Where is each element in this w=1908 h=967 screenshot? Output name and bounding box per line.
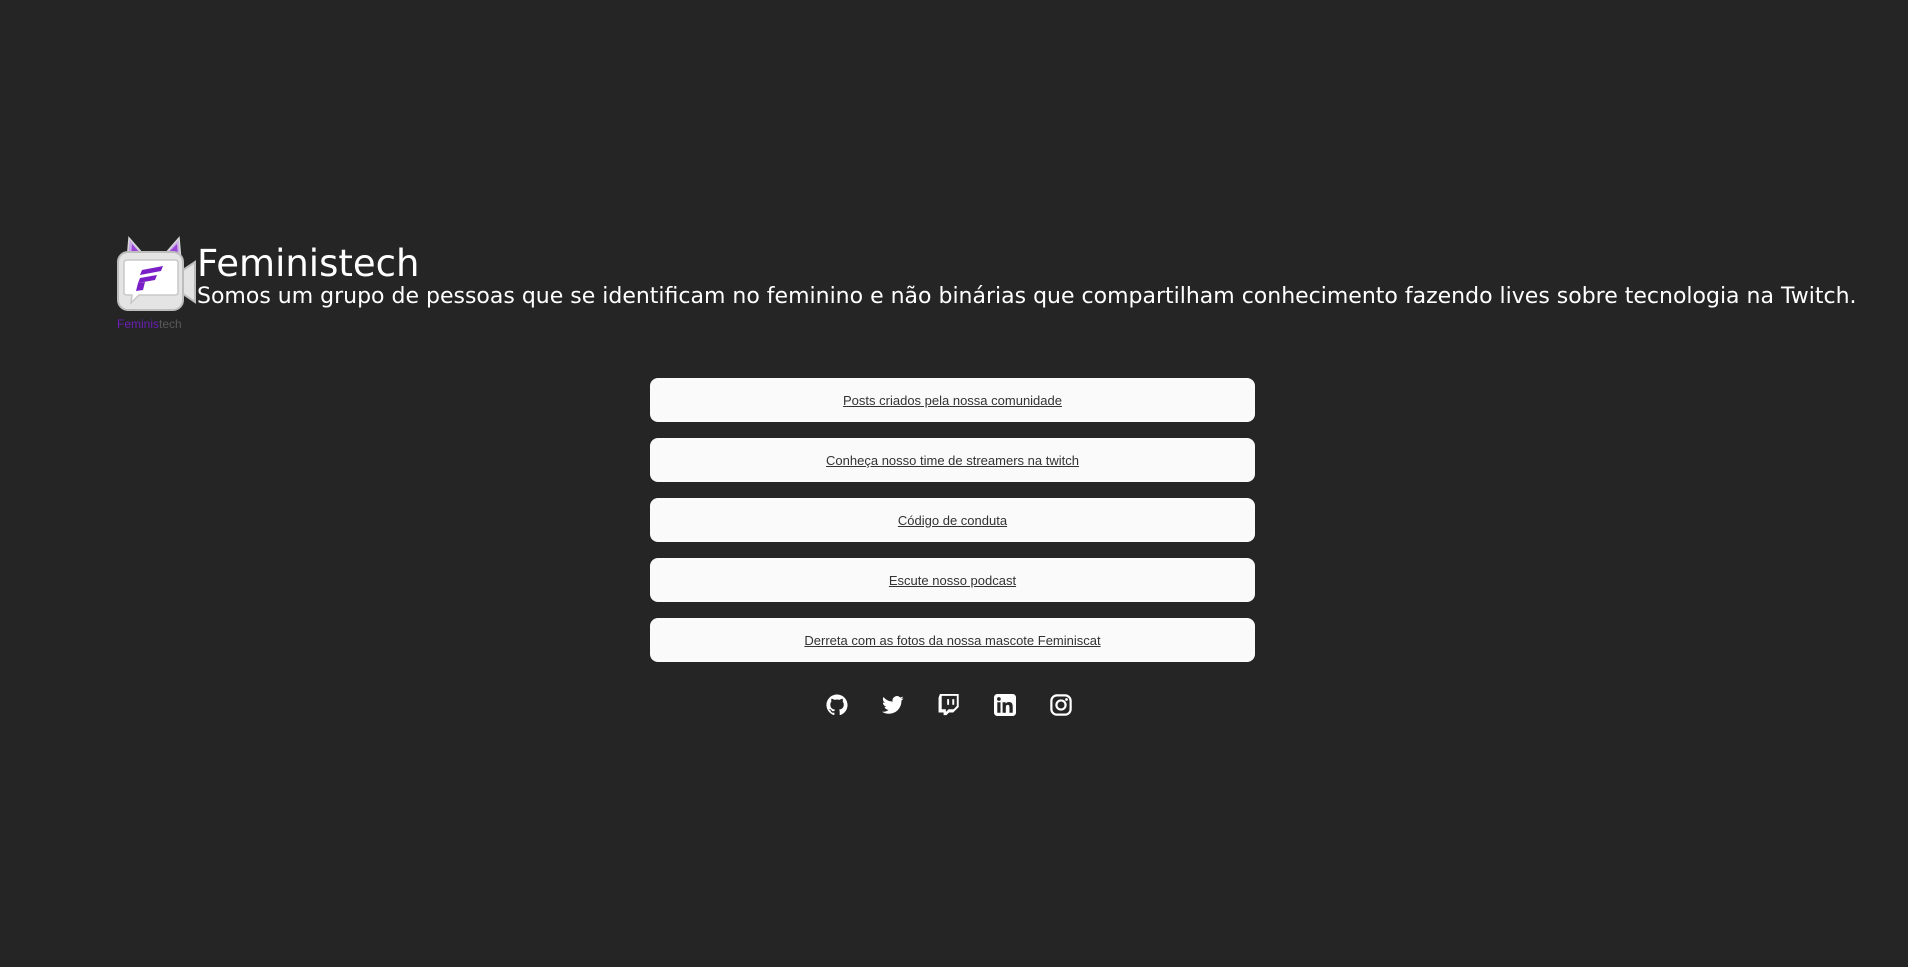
social-links xyxy=(826,694,1072,716)
link-button-podcast[interactable]: Escute nosso podcast xyxy=(650,558,1255,602)
page: Feministech Feministech Somos um grupo d… xyxy=(0,0,1908,967)
link-list: Posts criados pela nossa comunidade Conh… xyxy=(650,378,1255,678)
link-streamers[interactable]: Conheça nosso time de streamers na twitc… xyxy=(826,453,1079,468)
logo-wordmark-part2: tech xyxy=(159,317,182,331)
instagram-icon[interactable] xyxy=(1050,694,1072,716)
link-button-code-of-conduct[interactable]: Código de conduta xyxy=(650,498,1255,542)
linkedin-icon[interactable] xyxy=(994,694,1016,716)
link-mascot[interactable]: Derreta com as fotos da nossa mascote Fe… xyxy=(804,633,1100,648)
link-button-posts[interactable]: Posts criados pela nossa comunidade xyxy=(650,378,1255,422)
link-button-mascot[interactable]: Derreta com as fotos da nossa mascote Fe… xyxy=(650,618,1255,662)
github-icon[interactable] xyxy=(826,694,848,716)
titles: Feministech Somos um grupo de pessoas qu… xyxy=(197,232,1857,310)
page-tagline: Somos um grupo de pessoas que se identif… xyxy=(197,284,1857,309)
link-button-streamers[interactable]: Conheça nosso time de streamers na twitc… xyxy=(650,438,1255,482)
header: Feministech Feministech Somos um grupo d… xyxy=(115,232,1857,332)
logo-wordmark-part1: Feminis xyxy=(117,317,160,331)
link-posts[interactable]: Posts criados pela nossa comunidade xyxy=(843,393,1062,408)
feministech-logo: Feministech xyxy=(115,232,197,332)
link-podcast[interactable]: Escute nosso podcast xyxy=(889,573,1016,588)
link-code-of-conduct[interactable]: Código de conduta xyxy=(898,513,1007,528)
twitch-icon[interactable] xyxy=(938,694,960,716)
twitter-icon[interactable] xyxy=(882,694,904,716)
page-title: Feministech xyxy=(197,242,420,285)
logo-wordmark: Feministech xyxy=(117,317,182,331)
